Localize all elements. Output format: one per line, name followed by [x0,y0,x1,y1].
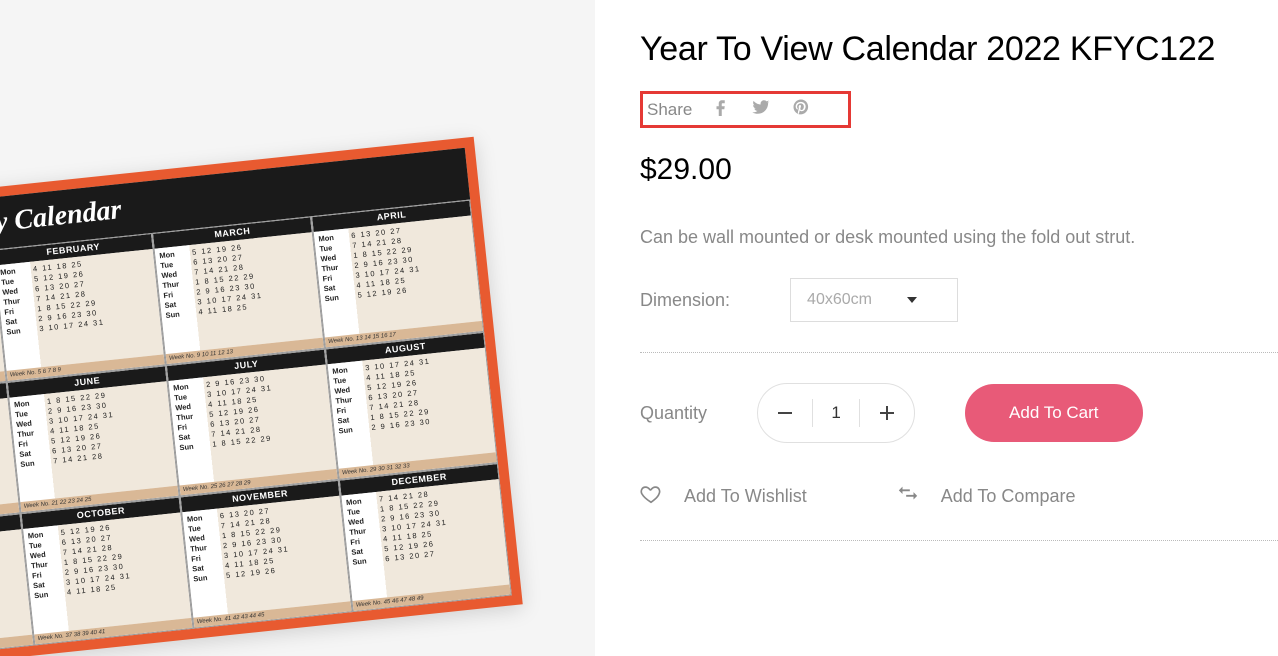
pinterest-icon[interactable] [792,98,810,121]
divider [640,352,1278,353]
quantity-value: 1 [813,403,859,423]
quantity-minus-button[interactable] [758,384,812,442]
calendar-month: AUGUSTMon3 10 17 24 31Tue4 11 18 25Wed5 … [325,331,498,480]
calendar-month: JULYMon2 9 16 23 30Tue3 10 17 24 31Wed4 … [166,348,339,497]
dimension-value: 40x60cm [807,291,872,309]
quantity-label: Quantity [640,403,707,424]
quantity-plus-button[interactable] [860,384,914,442]
product-image-area: early Calendar JANUARYMon3 10 17 24 31Tu… [0,0,595,656]
calendar-month: JUNEMon1 8 15 22 29Tue2 9 16 23 30Wed3 1… [7,365,180,514]
product-description: Can be wall mounted or desk mounted usin… [640,227,1278,248]
wishlist-label: Add To Wishlist [684,486,807,507]
add-to-wishlist-button[interactable]: Add To Wishlist [640,483,807,510]
heart-icon [640,483,662,510]
calendar-month-grid: JANUARYMon3 10 17 24 31Tue4 11 18 25Wed5… [0,199,512,656]
calendar-visual: early Calendar JANUARYMon3 10 17 24 31Tu… [0,137,523,656]
dimension-row: Dimension: 40x60cm [640,278,1278,322]
calendar-month: NOVEMBERMon6 13 20 27Tue7 14 21 28Wed1 8… [180,480,353,629]
product-price: $29.00 [640,153,1278,187]
chevron-down-icon [907,297,917,303]
calendar-month: FEBRUARYMon4 11 18 25Tue5 12 19 26Wed6 1… [0,233,166,382]
calendar-month: DECEMBERMon7 14 21 28Tue1 8 15 22 29Wed2… [339,463,512,612]
compare-icon [897,483,919,510]
dimension-select[interactable]: 40x60cm [790,278,958,322]
product-title: Year To View Calendar 2022 KFYC122 [640,30,1278,69]
facebook-icon[interactable] [712,98,730,121]
share-label: Share [647,100,692,120]
quantity-row: Quantity 1 Add To Cart [640,383,1278,443]
calendar-month: OCTOBERMon5 12 19 26Tue6 13 20 27Wed7 14… [21,497,194,646]
calendar-month: APRILMon6 13 20 27Tue7 14 21 28Wed1 8 15… [311,199,484,348]
calendar-month: MARCHMon5 12 19 26Tue6 13 20 27Wed7 14 2… [152,216,325,365]
add-to-cart-button[interactable]: Add To Cart [965,384,1142,442]
twitter-icon[interactable] [752,98,770,121]
compare-label: Add To Compare [941,486,1076,507]
product-details: Year To View Calendar 2022 KFYC122 Share… [595,0,1278,656]
share-row: Share [640,91,851,128]
divider [640,540,1278,541]
dimension-label: Dimension: [640,290,730,311]
add-to-compare-button[interactable]: Add To Compare [897,483,1076,510]
quantity-stepper: 1 [757,383,915,443]
